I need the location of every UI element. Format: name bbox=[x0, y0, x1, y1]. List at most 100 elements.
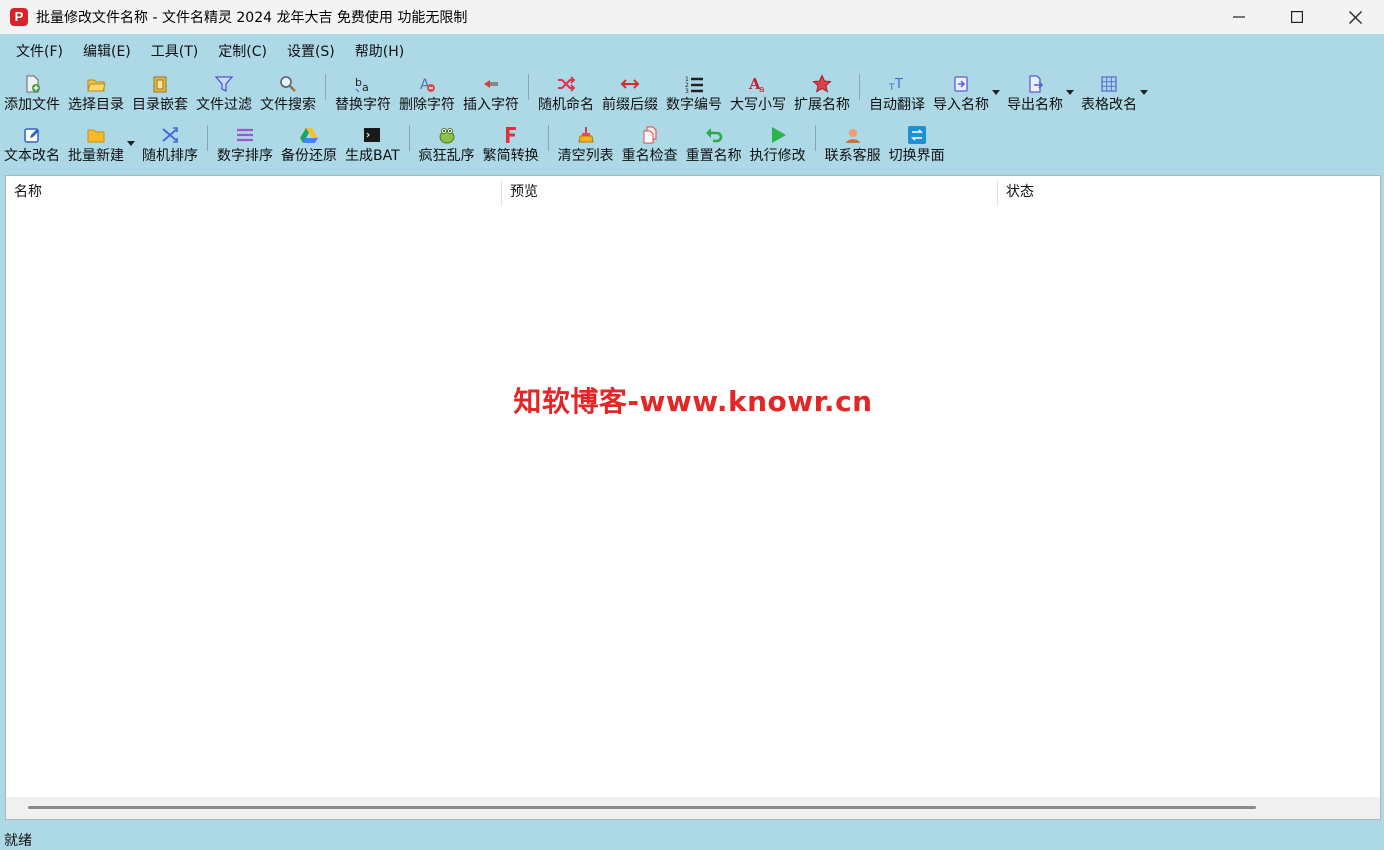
app-icon: P bbox=[10, 8, 28, 26]
close-button[interactable] bbox=[1326, 0, 1384, 34]
random-rename-button[interactable]: 随机命名 bbox=[534, 70, 598, 118]
menu-bar: 文件(F) 编辑(E) 工具(T) 定制(C) 设置(S) 帮助(H) bbox=[0, 36, 1384, 68]
prefix-suffix-button[interactable]: 前缀后缀 bbox=[598, 70, 662, 118]
scrollbar-thumb[interactable] bbox=[28, 806, 1256, 809]
replace-chars-button[interactable]: ba 替换字符 bbox=[331, 70, 395, 118]
svg-text:a: a bbox=[759, 85, 765, 94]
delete-chars-icon: A bbox=[417, 74, 437, 94]
toolbar-separator bbox=[547, 125, 549, 151]
svg-text:3: 3 bbox=[685, 88, 689, 94]
menu-help[interactable]: 帮助(H) bbox=[345, 36, 414, 68]
toolbar-separator bbox=[207, 125, 208, 151]
chevron-down-icon[interactable] bbox=[992, 90, 1000, 95]
replace-chars-icon: ba bbox=[353, 74, 373, 94]
svg-text:T: T bbox=[894, 77, 903, 92]
column-header-name[interactable]: 名称 bbox=[6, 176, 502, 208]
duplicate-check-button[interactable]: 重名检查 bbox=[618, 121, 682, 169]
list-header: 名称 预览 状态 bbox=[6, 176, 1380, 208]
insert-chars-button[interactable]: 插入字符 bbox=[459, 70, 523, 118]
folder-open-icon bbox=[86, 74, 106, 94]
delete-chars-button[interactable]: A 删除字符 bbox=[395, 70, 459, 118]
svg-text:T: T bbox=[888, 83, 895, 93]
toolbar-main: 添加文件 选择目录 目录嵌套 文件过滤 文件搜索 ba 替换字符 A 删除字符 … bbox=[0, 70, 1384, 118]
execute-rename-button[interactable]: 执行修改 bbox=[746, 121, 810, 169]
svg-text:a: a bbox=[362, 81, 369, 94]
menu-file[interactable]: 文件(F) bbox=[6, 36, 73, 68]
watermark-text: 知软博客-www.knowr.cn bbox=[513, 385, 873, 418]
contact-support-button[interactable]: 联系客服 bbox=[821, 121, 885, 169]
chevron-down-icon[interactable] bbox=[1140, 90, 1148, 95]
shuffle-icon bbox=[556, 74, 576, 94]
batch-create-button[interactable]: 批量新建 bbox=[64, 121, 138, 169]
toolbar-separator bbox=[814, 125, 816, 151]
reset-names-button[interactable]: 重置名称 bbox=[682, 121, 746, 169]
number-sort-icon bbox=[235, 125, 255, 145]
toolbar-separator bbox=[325, 74, 326, 100]
letter-case-button[interactable]: Aa 大写小写 bbox=[726, 70, 790, 118]
switch-interface-button[interactable]: 切换界面 bbox=[885, 121, 949, 169]
number-sort-button[interactable]: 数字排序 bbox=[213, 121, 277, 169]
search-icon bbox=[278, 74, 298, 94]
numbered-list-icon: 123 bbox=[684, 74, 704, 94]
file-filter-button[interactable]: 文件过滤 bbox=[192, 70, 256, 118]
export-names-button[interactable]: 导出名称 bbox=[1003, 70, 1077, 118]
play-icon bbox=[768, 125, 788, 145]
toolbar-separator bbox=[528, 74, 529, 100]
terminal-icon bbox=[362, 125, 382, 145]
horizontal-scrollbar[interactable] bbox=[6, 797, 1380, 819]
menu-edit[interactable]: 编辑(E) bbox=[73, 36, 141, 68]
minimize-button[interactable] bbox=[1210, 0, 1268, 34]
maximize-button[interactable] bbox=[1268, 0, 1326, 34]
broom-icon bbox=[576, 125, 596, 145]
switch-icon bbox=[907, 125, 927, 145]
font-f-icon bbox=[501, 125, 521, 145]
add-file-button[interactable]: 添加文件 bbox=[0, 70, 64, 118]
status-bar: 就绪 bbox=[0, 830, 1384, 850]
nested-folder-icon bbox=[150, 74, 170, 94]
import-names-button[interactable]: 导入名称 bbox=[929, 70, 1003, 118]
column-header-preview[interactable]: 预览 bbox=[502, 176, 998, 208]
file-search-button[interactable]: 文件搜索 bbox=[256, 70, 320, 118]
random-sort-button[interactable]: 随机排序 bbox=[138, 121, 202, 169]
window-title: 批量修改文件名称 - 文件名精灵 2024 龙年大吉 免费使用 功能无限制 bbox=[36, 10, 468, 26]
crazy-shuffle-button[interactable]: 疯狂乱序 bbox=[415, 121, 479, 169]
select-folder-button[interactable]: 选择目录 bbox=[64, 70, 128, 118]
export-icon bbox=[1025, 74, 1045, 94]
duplicate-icon bbox=[640, 125, 660, 145]
support-icon bbox=[843, 125, 863, 145]
edit-icon bbox=[22, 125, 42, 145]
translate-icon: TT bbox=[887, 74, 907, 94]
column-header-status[interactable]: 状态 bbox=[998, 176, 1380, 208]
chevron-down-icon[interactable] bbox=[127, 141, 135, 146]
trad-simp-convert-button[interactable]: 繁简转换 bbox=[479, 121, 543, 169]
backup-drive-icon bbox=[299, 125, 319, 145]
import-icon bbox=[951, 74, 971, 94]
toolbar-separator bbox=[408, 125, 410, 151]
number-sequence-button[interactable]: 123 数字编号 bbox=[662, 70, 726, 118]
close-icon bbox=[1348, 10, 1362, 24]
text-rename-button[interactable]: 文本改名 bbox=[0, 121, 64, 169]
menu-tools[interactable]: 工具(T) bbox=[141, 36, 208, 68]
file-list[interactable]: 名称 预览 状态 知软博客-www.knowr.cn bbox=[5, 175, 1381, 820]
auto-translate-button[interactable]: TT 自动翻译 bbox=[865, 70, 929, 118]
window-controls bbox=[1210, 0, 1384, 34]
title-bar: P 批量修改文件名称 - 文件名精灵 2024 龙年大吉 免费使用 功能无限制 bbox=[0, 0, 1384, 34]
random-sort-icon bbox=[160, 125, 180, 145]
backup-restore-button[interactable]: 备份还原 bbox=[277, 121, 341, 169]
clear-list-button[interactable]: 清空列表 bbox=[554, 121, 618, 169]
maximize-icon bbox=[1291, 11, 1303, 23]
status-text: 就绪 bbox=[4, 833, 32, 849]
toolbar-secondary: 文本改名 批量新建 随机排序 数字排序 备份还原 生成BAT 疯狂乱序 繁简转换… bbox=[0, 121, 1384, 169]
table-rename-button[interactable]: 表格改名 bbox=[1077, 70, 1151, 118]
svg-text:b: b bbox=[355, 76, 362, 89]
insert-chars-icon bbox=[481, 74, 501, 94]
frog-icon bbox=[437, 125, 457, 145]
prefix-suffix-icon bbox=[620, 74, 640, 94]
extension-name-button[interactable]: 扩展名称 bbox=[790, 70, 854, 118]
menu-settings[interactable]: 设置(S) bbox=[277, 36, 345, 68]
nested-folder-button[interactable]: 目录嵌套 bbox=[128, 70, 192, 118]
chevron-down-icon[interactable] bbox=[1066, 90, 1074, 95]
generate-bat-button[interactable]: 生成BAT bbox=[341, 121, 404, 169]
star-icon bbox=[812, 74, 832, 94]
menu-customize[interactable]: 定制(C) bbox=[208, 36, 277, 68]
